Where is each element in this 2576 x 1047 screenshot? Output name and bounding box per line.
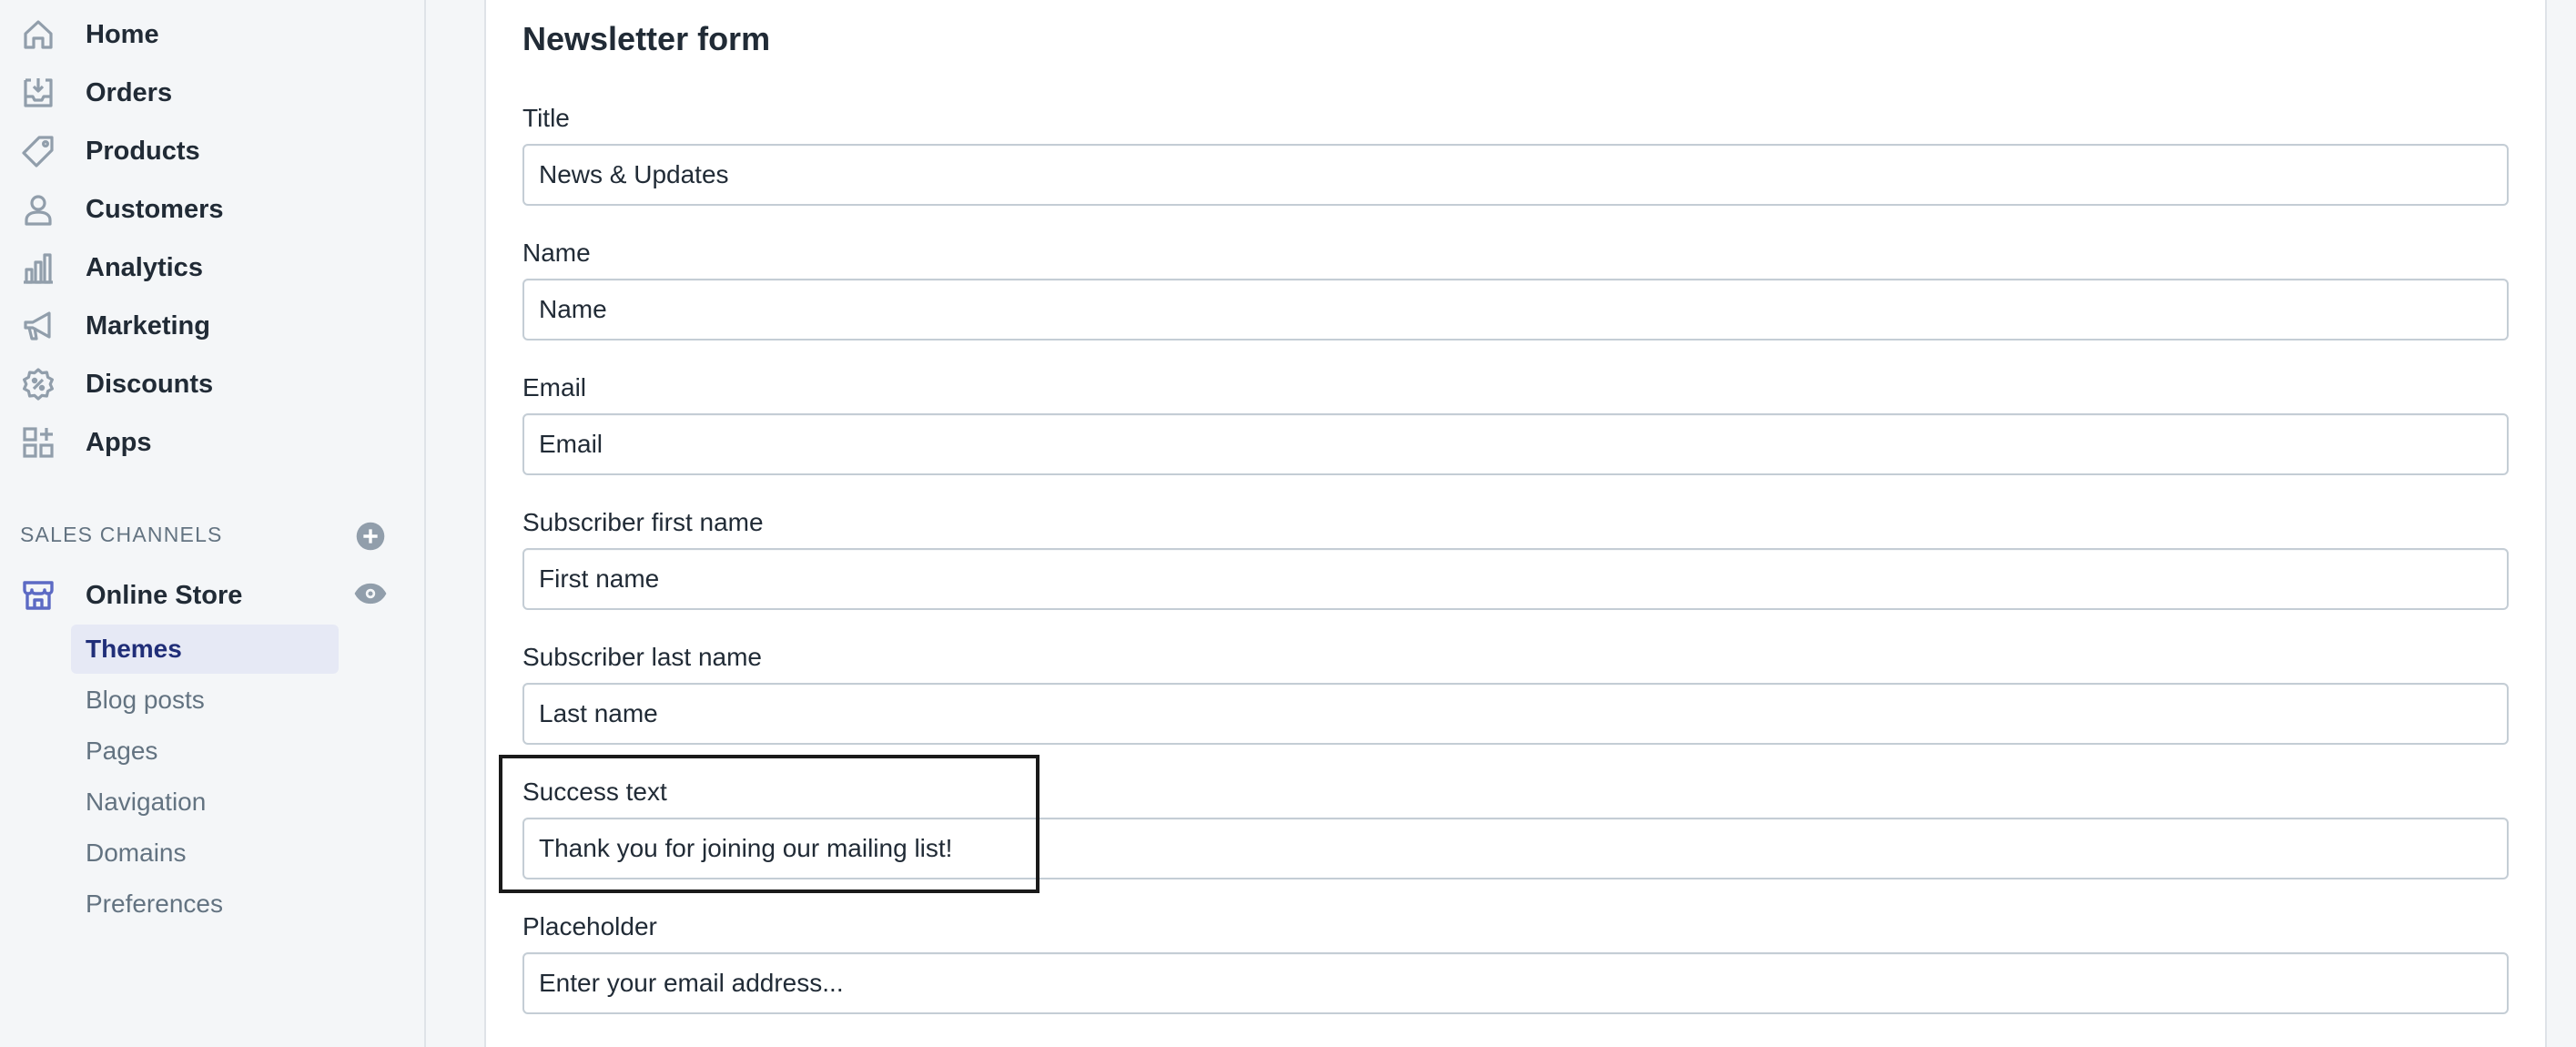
orders-inbox-icon	[20, 75, 56, 111]
nav-label: Discounts	[86, 369, 214, 399]
sub-item-navigation[interactable]: Navigation	[71, 778, 339, 827]
nav-item-marketing[interactable]: Marketing	[0, 300, 401, 351]
first-name-field-label: Subscriber first name	[522, 508, 764, 536]
nav-label: Marketing	[86, 310, 210, 341]
success-text-field-label: Success text	[522, 778, 667, 806]
tag-icon	[20, 133, 56, 169]
name-input[interactable]	[522, 279, 2509, 341]
title-field-label: Title	[522, 104, 570, 132]
nav-label: Products	[86, 136, 200, 166]
last-name-input[interactable]	[522, 683, 2509, 745]
sales-channels-heading: SALES CHANNELS	[20, 523, 223, 546]
section-title: Newsletter form	[522, 20, 771, 57]
success-text-input[interactable]	[522, 818, 2509, 879]
title-input[interactable]	[522, 144, 2509, 206]
sub-item-preferences[interactable]: Preferences	[71, 879, 339, 929]
nav-item-analytics[interactable]: Analytics	[0, 242, 401, 293]
name-field-label: Name	[522, 239, 591, 267]
nav-label: Analytics	[86, 252, 203, 282]
email-field-label: Email	[522, 373, 587, 402]
last-name-field-label: Subscriber last name	[522, 643, 763, 671]
placeholder-input[interactable]	[522, 952, 2509, 1014]
home-icon	[20, 16, 56, 53]
nav-item-orders[interactable]: Orders	[0, 67, 401, 118]
first-name-input[interactable]	[522, 548, 2509, 610]
person-icon	[20, 191, 56, 228]
nav-label: Orders	[86, 77, 173, 107]
add-sales-channel-button[interactable]	[355, 521, 386, 552]
nav-item-products[interactable]: Products	[0, 126, 401, 177]
eye-icon	[354, 583, 387, 605]
nav-item-online-store[interactable]: Online Store	[0, 570, 401, 621]
nav-label: Home	[86, 19, 159, 49]
plus-circle-icon	[356, 522, 385, 551]
bar-chart-icon	[20, 249, 56, 286]
sub-item-pages[interactable]: Pages	[71, 727, 339, 776]
sub-item-blog-posts[interactable]: Blog posts	[71, 676, 339, 725]
store-icon	[20, 577, 56, 614]
sub-item-domains[interactable]: Domains	[71, 828, 339, 878]
nav-item-customers[interactable]: Customers	[0, 184, 401, 235]
placeholder-field-label: Placeholder	[522, 912, 657, 940]
nav-item-home[interactable]: Home	[0, 9, 401, 60]
sub-item-themes[interactable]: Themes	[71, 625, 339, 674]
nav-label: Customers	[86, 194, 224, 224]
nav-item-apps[interactable]: Apps	[0, 417, 401, 468]
discount-badge-icon	[20, 366, 56, 402]
megaphone-icon	[20, 308, 56, 344]
nav-label: Online Store	[86, 580, 243, 610]
email-input[interactable]	[522, 413, 2509, 475]
nav-label: Apps	[86, 427, 152, 457]
apps-grid-icon	[20, 424, 56, 461]
view-online-store-button[interactable]	[353, 581, 388, 606]
sidebar: Home Orders Products Customers Analytics…	[0, 0, 426, 1047]
nav-item-discounts[interactable]: Discounts	[0, 359, 401, 410]
